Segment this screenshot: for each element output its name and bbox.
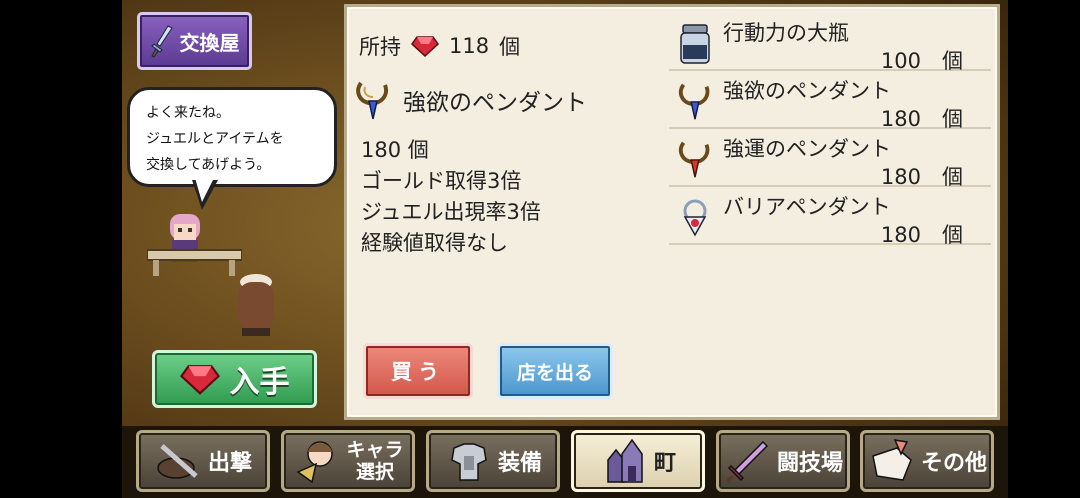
nav-sortie[interactable]: 出撃 xyxy=(136,430,270,492)
list-item[interactable]: 強欲のペンダント 180 個 xyxy=(669,71,991,131)
character-icon xyxy=(296,441,334,484)
other-icon xyxy=(872,439,912,481)
detail-effect: ジュエル出現率3倍 xyxy=(361,200,541,224)
player-sprite xyxy=(238,274,274,336)
list-item[interactable]: 行動力の大瓶 100 個 xyxy=(669,13,991,73)
selected-item-title: 強欲のペンダント xyxy=(353,77,587,123)
arena-sword-icon xyxy=(725,440,769,484)
get-button-label: 入手 xyxy=(229,365,290,400)
shop-panel: 所持 118 個 強欲のペンダント 180 個 ゴールド取得3倍 ジュエル出現率… xyxy=(344,4,1000,420)
selected-item-name: 強欲のペンダント xyxy=(403,90,587,116)
blue-pendant-icon xyxy=(356,81,388,120)
nav-town[interactable]: 町 xyxy=(571,430,705,492)
item-price: 180 個 xyxy=(880,223,963,247)
town-icon xyxy=(607,438,643,483)
dialog-line: ジュエルとアイテムを xyxy=(146,131,284,147)
shop-name-label: 交換屋 xyxy=(179,30,240,55)
item-list: 行動力の大瓶 100 個 強欲のペンダント 180 個 強運のペンダント 180… xyxy=(669,13,991,247)
nav-label: 闘技場 xyxy=(776,451,843,476)
detail-price: 180 個 xyxy=(361,138,429,162)
leave-button-label: 店を出る xyxy=(516,361,593,384)
blue-pendant-icon xyxy=(678,83,710,120)
owned-count: 118 xyxy=(449,34,490,58)
speech-bubble-tail-fill xyxy=(195,178,214,202)
nav-label: 出撃 xyxy=(207,451,252,476)
detail-effect: ゴールド取得3倍 xyxy=(361,169,522,193)
buy-button[interactable]: 買う xyxy=(363,343,473,399)
item-name: 強運のペンダント xyxy=(723,137,891,161)
detail-effect: 経験値取得なし xyxy=(361,231,508,255)
list-item[interactable]: 強運のペンダント 180 個 xyxy=(669,129,991,189)
owned-unit: 個 xyxy=(499,35,521,59)
nav-label: その他 xyxy=(920,451,987,476)
red-jewel-icon xyxy=(179,365,220,395)
dialog-line: 交換してあげよう。 xyxy=(146,157,271,173)
nav-label: 装備 xyxy=(497,451,542,476)
nav-other[interactable]: その他 xyxy=(860,430,994,492)
leave-shop-button[interactable]: 店を出る xyxy=(497,343,613,399)
nav-label: キャラ 選択 xyxy=(346,439,404,483)
nav-character-select[interactable]: キャラ 選択 xyxy=(281,430,415,492)
selected-item-details: 180 個 ゴールド取得3倍 ジュエル出現率3倍 経験値取得なし xyxy=(361,135,541,259)
speech-bubble: よく来たね。 ジュエルとアイテムを 交換してあげよう。 xyxy=(127,87,337,187)
barrier-pendant-icon xyxy=(683,199,707,237)
item-name: 強欲のペンダント xyxy=(723,79,891,103)
armor-icon xyxy=(451,443,487,481)
list-item[interactable]: バリアペンダント 180 個 xyxy=(669,187,991,247)
get-jewel-button[interactable]: 入手 xyxy=(152,350,317,408)
owned-jewels: 所持 118 個 xyxy=(359,31,520,61)
item-name: バリアペンダント xyxy=(723,195,891,219)
sortie-icon xyxy=(157,444,198,479)
shop-counter-sprite xyxy=(147,249,242,276)
owned-label: 所持 xyxy=(359,35,401,59)
game-screen: 交換屋 よく来たね。 ジュエルとアイテムを 交換してあげよう。 入手 所持 11… xyxy=(122,0,1008,498)
dialog-line: よく来たね。 xyxy=(146,105,230,121)
buy-button-label: 買う xyxy=(391,360,445,384)
crystal-sword-icon xyxy=(150,25,173,58)
item-name: 行動力の大瓶 xyxy=(723,21,849,45)
nav-arena[interactable]: 闘技場 xyxy=(716,430,850,492)
red-pendant-icon xyxy=(678,141,710,178)
bottle-icon xyxy=(680,24,710,64)
nav-label: 町 xyxy=(653,451,676,476)
shop-name-tag: 交換屋 xyxy=(137,12,252,70)
bottom-nav: 出撃 キャラ 選択 装備 町 闘技場 その他 xyxy=(122,426,1008,498)
red-jewel-icon xyxy=(411,36,439,57)
nav-equipment[interactable]: 装備 xyxy=(426,430,560,492)
